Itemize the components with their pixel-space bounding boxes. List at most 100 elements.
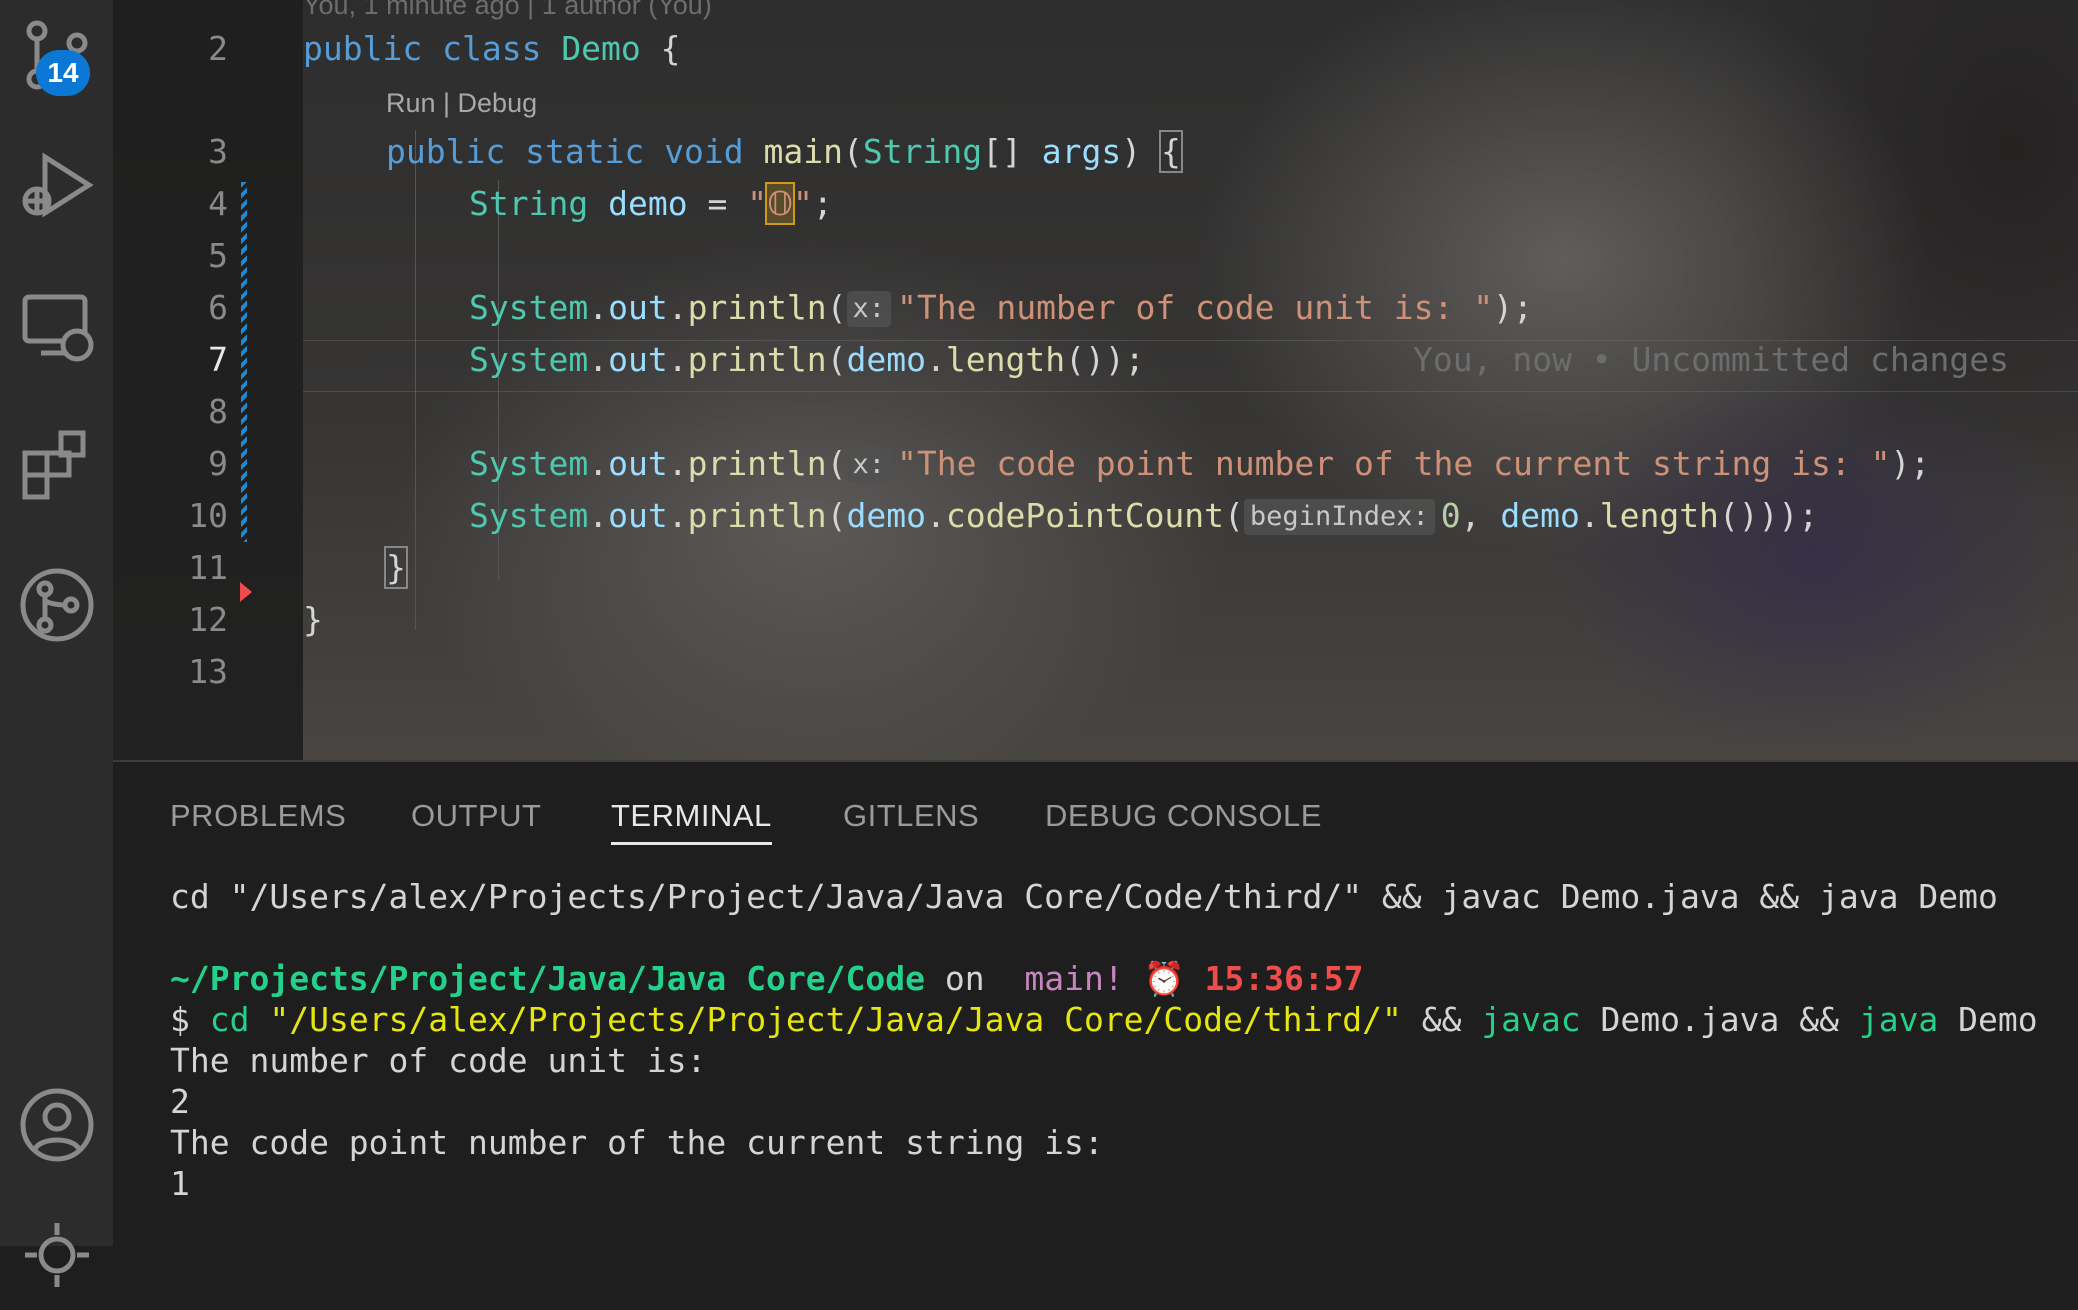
tab-debug-console[interactable]: DEBUG CONSOLE [1045, 798, 1322, 834]
punctuation: . [926, 496, 946, 535]
code-lens-run-debug[interactable]: Run | Debug [386, 88, 537, 119]
method-call: length [945, 340, 1066, 379]
punctuation: . [926, 340, 946, 379]
punctuation: ( [843, 132, 863, 171]
extensions-icon[interactable] [0, 410, 113, 520]
terminal-command-echo: cd "/Users/alex/Projects/Project/Java/Ja… [170, 877, 1998, 916]
punctuation: . [667, 496, 688, 535]
terminal-output-line: The code point number of the current str… [170, 1123, 1104, 1162]
gitlens-icon[interactable] [0, 550, 113, 660]
highlighted-character: 𝕆 [765, 182, 796, 225]
punctuation: . [588, 288, 609, 327]
operator: = [687, 184, 748, 223]
code-line-7[interactable]: System.out.println(demo.length()); [469, 340, 1145, 379]
punctuation: . [588, 340, 609, 379]
number-literal: 0 [1440, 496, 1461, 535]
punctuation: , [1460, 496, 1501, 535]
terminal-command-line: $ cd "/Users/alex/Projects/Project/Java/… [170, 1000, 2038, 1039]
keyword: public [386, 132, 506, 171]
string-literal: "The code point number of the current st… [897, 444, 1891, 483]
line-number: 5 [208, 236, 228, 275]
punctuation: ); [1890, 444, 1931, 483]
line-number-gutter [113, 0, 303, 760]
keyword: class [442, 29, 542, 68]
inlay-hint: x: [846, 447, 892, 483]
code-line-6[interactable]: System.out.println(x: "The number of code… [469, 288, 1533, 327]
code-line-3[interactable]: public static void main(String[] args) { [386, 130, 1183, 173]
punctuation: . [588, 444, 609, 483]
field-ref: out [608, 288, 668, 327]
terminal-output-line: 2 [170, 1082, 190, 1121]
scm-count-badge: 14 [36, 50, 90, 96]
git-deleted-indicator [240, 582, 252, 602]
class-name: Demo [561, 29, 641, 68]
code-line-2[interactable]: public class Demo { [303, 29, 681, 68]
clock-icon: ⏰ [1143, 959, 1185, 998]
command: java [1858, 1000, 1939, 1039]
terminal-prompt: ~/Projects/Project/Java/Java Core/Code o… [170, 959, 1363, 999]
punctuation: ( [826, 496, 847, 535]
matched-brace: { [1158, 130, 1183, 173]
keyword: public [303, 29, 423, 68]
variable: demo [608, 184, 688, 223]
punctuation: [] [982, 132, 1042, 171]
punctuation: . [667, 288, 688, 327]
inlay-hint: x: [846, 291, 892, 327]
prompt-time: 15:36:57 [1204, 959, 1364, 998]
keyword: static [525, 132, 645, 171]
terminal-output-line: The number of code unit is: [170, 1041, 707, 1080]
command: javac [1481, 1000, 1581, 1039]
account-icon[interactable] [0, 1070, 113, 1180]
terminal-output-line: 1 [170, 1164, 190, 1203]
string-quote: " [747, 184, 768, 223]
punctuation: . [588, 496, 609, 535]
tab-output[interactable]: OUTPUT [411, 798, 541, 834]
punctuation: . [667, 444, 688, 483]
line-number: 7 [208, 340, 228, 379]
punctuation: } [303, 600, 323, 639]
code-line-12[interactable]: } [303, 600, 323, 639]
method-call: println [687, 288, 827, 327]
operator: && [1779, 1000, 1859, 1039]
prompt-path: ~/Projects/Project/Java/Java Core/Code [170, 959, 925, 998]
punctuation: ( [826, 288, 847, 327]
variable: demo [846, 496, 927, 535]
method-name: main [763, 132, 844, 171]
inline-blame[interactable]: You, now • Uncommitted changes [1413, 340, 2009, 379]
inlay-hint: beginIndex: [1243, 499, 1435, 535]
class-ref: System [469, 496, 589, 535]
code-line-4[interactable]: String demo = "𝕆"; [469, 182, 833, 225]
settings-icon[interactable] [0, 1200, 113, 1310]
class-ref: System [469, 340, 589, 379]
field-ref: out [608, 340, 668, 379]
punctuation: ( [1224, 496, 1244, 535]
method-call: println [687, 340, 827, 379]
method-call: codePointCount [945, 496, 1225, 535]
variable: demo [1500, 496, 1580, 535]
bottom-panel: PROBLEMS OUTPUT TERMINAL GITLENS DEBUG C… [113, 760, 2078, 1248]
remote-explorer-icon[interactable] [0, 270, 113, 380]
line-number: 4 [208, 184, 228, 223]
prompt-text: on [924, 959, 1005, 998]
punctuation: ); [1493, 288, 1533, 327]
punctuation: ())); [1718, 496, 1819, 535]
line-number: 2 [208, 29, 228, 68]
string-literal: "The number of code unit is: " [897, 288, 1494, 327]
tab-gitlens[interactable]: GITLENS [843, 798, 979, 834]
punctuation: . [667, 340, 688, 379]
punctuation: ( [826, 340, 847, 379]
field-ref: out [608, 496, 668, 535]
tab-problems[interactable]: PROBLEMS [170, 798, 346, 834]
blame-header[interactable]: You, 1 minute ago | 1 author (You) [303, 0, 712, 21]
type-name: String [469, 184, 589, 223]
line-number: 11 [188, 548, 228, 587]
run-debug-icon[interactable] [0, 130, 113, 240]
line-number: 12 [188, 600, 228, 639]
code-line-10[interactable]: System.out.println(demo.codePointCount(b… [469, 496, 1818, 535]
code-editor[interactable]: You, 1 minute ago | 1 author (You) Run |… [113, 0, 2078, 760]
code-line-9[interactable]: System.out.println(x: "The code point num… [469, 444, 1930, 483]
tab-terminal[interactable]: TERMINAL [611, 798, 772, 845]
code-line-11[interactable]: } [384, 546, 408, 589]
keyword: void [664, 132, 744, 171]
method-call: println [687, 444, 827, 483]
